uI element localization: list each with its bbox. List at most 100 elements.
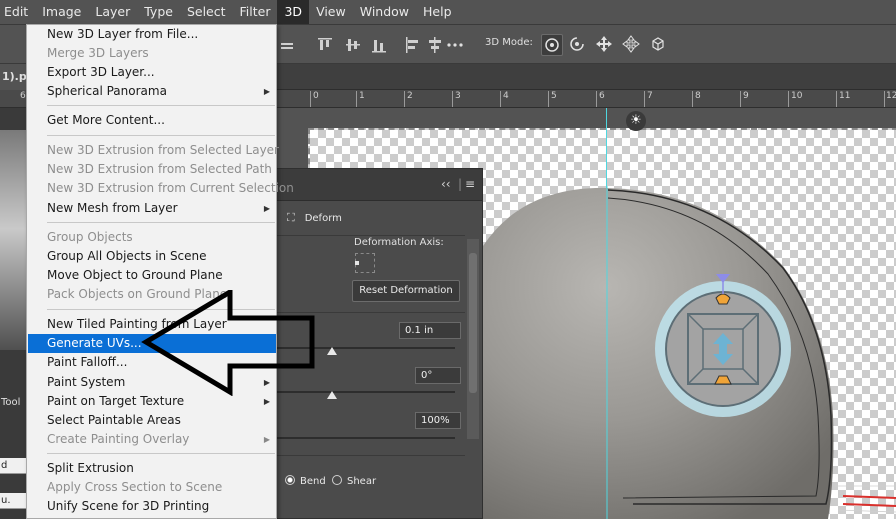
twist-field[interactable]: 0° xyxy=(415,367,461,384)
menu-item-new-3d-layer-from-file[interactable]: New 3D Layer from File... xyxy=(28,25,276,44)
collapse-icon[interactable]: ‹‹ xyxy=(441,177,451,191)
menu-item-label: Generate UVs... xyxy=(47,336,142,350)
3d-object[interactable] xyxy=(483,186,896,519)
menu-item-label: Export 3D Layer... xyxy=(47,65,155,79)
submenu-arrow-icon: ▶ xyxy=(263,435,270,444)
menu-select[interactable]: Select xyxy=(180,0,233,24)
align-middle-icon[interactable] xyxy=(346,37,360,53)
more-options-icon[interactable] xyxy=(446,37,464,53)
ruler-tick xyxy=(310,91,311,107)
menu-bar: Edit Image Layer Type Select Filter 3D V… xyxy=(0,0,896,24)
ruler-tick xyxy=(692,91,693,107)
slider-track[interactable] xyxy=(277,437,455,439)
menu-filter[interactable]: Filter xyxy=(233,0,278,24)
ruler-tick xyxy=(548,91,549,107)
menu-item-label: Move Object to Ground Plane xyxy=(47,268,223,282)
ruler-tick xyxy=(884,91,885,107)
shear-radio[interactable]: Shear xyxy=(332,475,376,487)
left-panel-strip: Tool d u. xyxy=(0,108,26,519)
bend-label: Bend xyxy=(300,476,326,487)
layer-thumbnail xyxy=(0,130,26,350)
deform-label: Deform xyxy=(304,213,342,224)
panel-scrollbar[interactable] xyxy=(467,239,479,439)
radio-circle xyxy=(332,475,342,485)
align-bottom-icon[interactable] xyxy=(372,37,386,53)
menu-item-create-painting-overlay: Create Painting Overlay ▶ xyxy=(28,430,276,449)
menu-layer[interactable]: Layer xyxy=(88,0,137,24)
reset-deformation-button[interactable]: Reset Deformation xyxy=(352,280,460,302)
roll-3d-icon[interactable] xyxy=(566,34,588,56)
deform-tab[interactable]: ⛶ Deform xyxy=(287,211,342,225)
ruler-tick xyxy=(836,91,837,107)
menu-item-new-mesh-from-layer[interactable]: New Mesh from Layer ▶ xyxy=(28,199,276,218)
menu-window[interactable]: Window xyxy=(353,0,416,24)
ruler-label: 6 xyxy=(20,91,26,101)
ruler-tick xyxy=(644,91,645,107)
menu-item-merge-3d-layers: Merge 3D Layers xyxy=(28,44,276,63)
taper-field[interactable]: 100% xyxy=(415,412,461,429)
deform-icon: ⛶ xyxy=(287,211,295,224)
panel-header: ‹‹ | ≡ xyxy=(277,169,482,201)
3d-menu-dropdown: New 3D Layer from File... Merge 3D Layer… xyxy=(26,24,294,519)
menu-item-label: Split Extrusion xyxy=(47,461,134,475)
panel-separator xyxy=(277,235,465,236)
menu-item-label: Group All Objects in Scene xyxy=(47,249,207,263)
bend-radio[interactable]: Bend xyxy=(285,475,326,487)
ruler-label: 7 xyxy=(647,91,653,101)
slide-3d-icon[interactable] xyxy=(620,34,642,56)
ruler-label: 4 xyxy=(503,91,509,101)
scrollbar-thumb[interactable] xyxy=(469,253,477,393)
menu-item-label: New 3D Extrusion from Current Selection xyxy=(47,181,294,195)
menu-item-split-extrusion[interactable]: Split Extrusion xyxy=(28,459,276,478)
panel-separator xyxy=(277,455,465,456)
menu-edit[interactable]: Edit xyxy=(0,0,35,24)
align-left-icon[interactable] xyxy=(405,37,419,53)
menu-item-extrusion-selected-layer: New 3D Extrusion from Selected Layer xyxy=(28,141,279,160)
align-center-icon[interactable] xyxy=(428,37,442,53)
orbit-3d-icon[interactable] xyxy=(541,34,563,56)
menu-item-label: New 3D Extrusion from Selected Layer xyxy=(47,143,279,157)
ruler-label: 0 xyxy=(313,91,319,101)
menu-type[interactable]: Type xyxy=(137,0,180,24)
slider-knob[interactable] xyxy=(327,391,337,399)
menu-help[interactable]: Help xyxy=(416,0,459,24)
menu-separator xyxy=(47,222,275,223)
menu-item-get-more-content[interactable]: Get More Content... xyxy=(28,111,276,130)
light-icon[interactable]: ☀ xyxy=(626,111,646,131)
menu-item-spherical-panorama[interactable]: Spherical Panorama ▶ xyxy=(28,82,276,101)
ruler-label: 5 xyxy=(551,91,557,101)
menu-item-group-objects: Group Objects xyxy=(28,228,276,247)
menu-item-export-3d-layer[interactable]: Export 3D Layer... xyxy=(28,63,276,82)
menu-item-group-all-objects[interactable]: Group All Objects in Scene xyxy=(28,247,276,266)
radio-circle xyxy=(285,475,295,485)
menu-3d[interactable]: 3D xyxy=(277,0,310,24)
menu-item-label: Group Objects xyxy=(47,230,133,244)
menu-separator xyxy=(47,135,275,136)
menu-item-label: Paint Falloff... xyxy=(47,355,128,369)
menu-item-label: Merge 3D Layers xyxy=(47,46,149,60)
menu-item-move-to-ground-plane[interactable]: Move Object to Ground Plane xyxy=(28,266,276,285)
partial-button-u[interactable]: u. xyxy=(0,493,26,509)
extrusion-depth-field[interactable]: 0.1 in xyxy=(399,322,461,339)
menu-view[interactable]: View xyxy=(309,0,353,24)
ruler-tick xyxy=(452,91,453,107)
menu-item-select-paintable-areas[interactable]: Select Paintable Areas xyxy=(28,411,276,430)
slider-knob[interactable] xyxy=(327,347,337,355)
menu-item-extrusion-current-selection: New 3D Extrusion from Current Selection xyxy=(28,179,294,198)
axis-selected-dot xyxy=(355,261,359,265)
menu-item-unify-scene-3d-printing[interactable]: Unify Scene for 3D Printing xyxy=(28,497,276,516)
drag-3d-icon[interactable] xyxy=(593,34,615,56)
menu-item-label: New 3D Layer from File... xyxy=(47,27,199,41)
ruler-label: 8 xyxy=(695,91,701,101)
ruler-label: 1 xyxy=(359,91,365,101)
panel-menu-icon[interactable]: ≡ xyxy=(465,177,475,191)
align-distribute-icon[interactable] xyxy=(280,37,294,53)
menu-item-label: Unify Scene for 3D Printing xyxy=(47,499,210,513)
menu-item-label: Select Paintable Areas xyxy=(47,413,181,427)
scale-3d-icon[interactable] xyxy=(647,34,669,56)
align-top-icon[interactable] xyxy=(318,37,332,53)
ruler-tick xyxy=(500,91,501,107)
menu-separator xyxy=(47,453,275,454)
partial-button-d[interactable]: d xyxy=(0,458,26,474)
menu-image[interactable]: Image xyxy=(35,0,88,24)
